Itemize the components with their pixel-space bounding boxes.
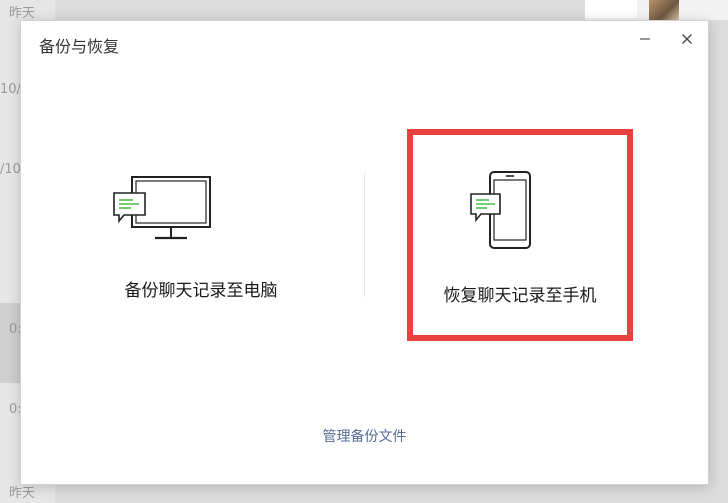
monitor-chat-icon: [113, 176, 211, 240]
chat-list-date: /10: [0, 162, 21, 177]
close-button[interactable]: [673, 27, 701, 51]
chat-list-date: 昨天: [9, 6, 36, 21]
minimize-icon: [640, 38, 650, 40]
backup-to-pc-label: 备份聊天记录至电脑: [124, 281, 278, 301]
manage-backup-files-link[interactable]: 管理备份文件: [21, 426, 708, 446]
dialog-title: 备份与恢复: [39, 37, 120, 56]
close-icon: [682, 34, 692, 44]
avatar: [649, 0, 679, 20]
chat-list-date: 10/: [0, 82, 21, 97]
message-preview-box: [585, 0, 637, 18]
chat-header-background: [585, 0, 728, 20]
backup-to-pc-option[interactable]: 备份聊天记录至电脑: [71, 161, 331, 311]
restore-to-phone-label: 恢复聊天记录至手机: [443, 286, 597, 306]
minimize-button[interactable]: [631, 27, 659, 51]
backup-restore-dialog: 备份与恢复 备份聊天记录至电脑 恢复聊天记录至手机 管理备份文件: [20, 20, 709, 485]
options-divider: [364, 173, 365, 297]
restore-to-phone-option[interactable]: 恢复聊天记录至手机: [407, 129, 633, 341]
phone-chat-icon: [470, 171, 531, 249]
